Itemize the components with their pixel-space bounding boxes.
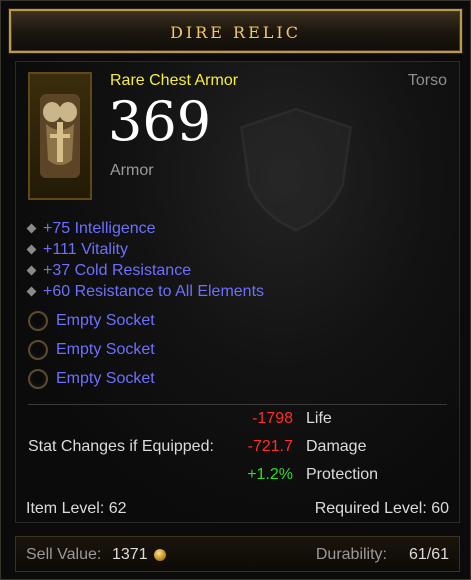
required-level: Required Level: 60: [314, 500, 449, 517]
affix-list: +75 Intelligence +111 Vitality +37 Cold …: [26, 218, 265, 302]
diamond-bullet-icon: [26, 223, 37, 234]
socket-row: Empty Socket: [28, 335, 155, 364]
socket-label: Empty Socket: [56, 369, 155, 387]
affix-row: +60 Resistance to All Elements: [26, 281, 265, 302]
sell-value: 1371: [112, 546, 148, 563]
socket-row: Empty Socket: [28, 364, 155, 393]
stat-change-row: -1798 Life: [206, 410, 426, 430]
chest-armor-icon: [40, 94, 80, 178]
shield-watermark-icon: [239, 107, 353, 232]
stat-changes-label: Stat Changes if Equipped:: [28, 438, 214, 455]
item-tooltip: DIRE RELIC Rare Chest Armor Torso 369 Ar…: [0, 0, 471, 580]
socket-row: Empty Socket: [28, 306, 155, 335]
stat-change-value: +1.2%: [247, 466, 293, 483]
diamond-bullet-icon: [26, 244, 37, 255]
durability-label: Durability:: [315, 546, 387, 563]
item-name: DIRE RELIC: [170, 23, 301, 42]
affix-text: +75 Intelligence: [43, 219, 156, 237]
armor-label: Armor: [110, 162, 154, 179]
diamond-bullet-icon: [26, 265, 37, 276]
affix-row: +75 Intelligence: [26, 218, 264, 239]
gold-coin-icon: [154, 549, 166, 561]
stat-change-label: Life: [306, 410, 332, 427]
item-level: Item Level: 62: [26, 500, 127, 517]
stat-change-label: Protection: [306, 466, 379, 483]
armor-value: 369: [108, 90, 212, 153]
durability-value: 61/61: [408, 546, 449, 563]
stat-change-value: -1798: [252, 410, 293, 427]
socket-label: Empty Socket: [56, 311, 155, 329]
affix-row: +111 Vitality: [26, 239, 264, 260]
stat-change-row: -721.7 Damage: [206, 438, 426, 458]
affix-text: +37 Cold Resistance: [43, 261, 192, 279]
empty-socket-icon: [28, 339, 48, 360]
tooltip-header: DIRE RELIC: [9, 9, 462, 53]
stat-change-label: Damage: [306, 438, 367, 455]
socket-label: Empty Socket: [56, 340, 155, 358]
stat-change-value: -721.7: [247, 438, 293, 455]
item-subtype: Rare Chest Armor: [110, 72, 239, 89]
stat-change-row: +1.2% Protection: [206, 466, 426, 486]
affix-text: +60 Resistance to All Elements: [43, 282, 265, 300]
empty-socket-icon: [28, 310, 48, 331]
affix-text: +111 Vitality: [43, 240, 128, 258]
empty-socket-icon: [28, 368, 48, 389]
socket-list: Empty Socket Empty Socket Empty Socket: [28, 306, 155, 393]
tooltip-footer: Sell Value: 1371 Durability: 61/61: [15, 536, 460, 572]
section-divider: [28, 404, 447, 405]
sell-value-label: Sell Value:: [26, 546, 102, 563]
tooltip-body: Rare Chest Armor Torso 369 Armor +75 Int…: [15, 61, 460, 523]
item-image-frame: [28, 72, 92, 200]
diamond-bullet-icon: [26, 286, 37, 297]
affix-row: +37 Cold Resistance: [26, 260, 264, 281]
item-slot: Torso: [407, 72, 447, 89]
